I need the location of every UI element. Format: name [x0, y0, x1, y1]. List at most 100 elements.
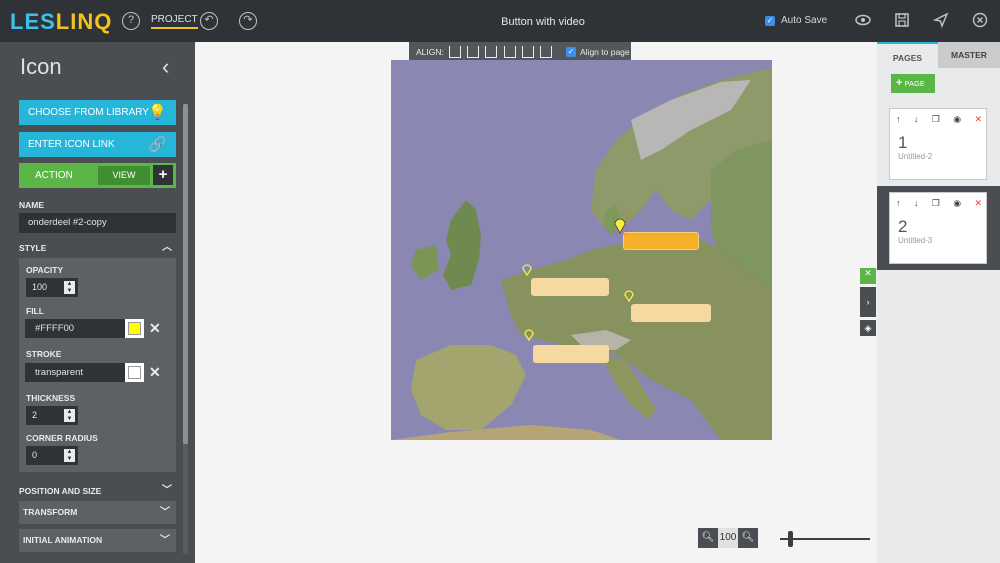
link-icon: 🔗 — [148, 136, 167, 153]
map-pin-icon[interactable] — [522, 263, 532, 276]
publish-send-icon[interactable] — [932, 12, 950, 30]
move-down-icon[interactable]: ↓ — [914, 114, 919, 125]
map-landmass — [391, 70, 772, 440]
stroke-color-input[interactable]: transparent — [25, 363, 125, 382]
action-row: ACTION VIEW + — [19, 163, 176, 188]
style-section-header[interactable]: STYLE ︿ — [19, 239, 176, 257]
transform-section-header[interactable]: TRANSFORM ﹀ — [19, 501, 176, 524]
align-right-icon[interactable] — [485, 46, 497, 58]
page-thumbnail[interactable]: ↑ ↓ ❐ ◉ ✕ 1 Untitled-2 — [889, 108, 987, 180]
page-name: Untitled-3 — [898, 236, 933, 245]
name-label: NAME — [19, 200, 45, 210]
pages-list: + PAGE ↑ ↓ ❐ ◉ ✕ 1 Untitled-2 ↑ ↓ ❐ ◉ ✕ … — [877, 68, 1000, 563]
align-left-icon[interactable] — [449, 46, 461, 58]
tab-pages[interactable]: PAGES — [877, 42, 938, 68]
corner-radius-stepper-icon[interactable]: ▲ ▼ — [64, 449, 75, 462]
name-input[interactable]: onderdeel #2-copy — [19, 213, 176, 233]
page-thumbnail-selected[interactable]: ↑ ↓ ❐ ◉ ✕ 2 Untitled-3 — [889, 192, 987, 264]
style-section-label: STYLE — [19, 243, 47, 253]
corner-radius-input[interactable]: 0 ▲ ▼ — [26, 446, 78, 465]
align-middle-icon[interactable] — [522, 46, 534, 58]
map-callout-selected[interactable] — [623, 232, 699, 250]
action-label: ACTION — [35, 170, 73, 181]
zoom-out-button[interactable]: 🔍︎− — [698, 528, 718, 548]
move-down-icon[interactable]: ↓ — [914, 198, 919, 209]
map-pin-icon[interactable] — [624, 289, 634, 302]
clear-stroke-icon[interactable]: ✕ — [149, 364, 161, 381]
move-up-icon[interactable]: ↑ — [896, 198, 901, 209]
page-number: 1 — [898, 133, 908, 152]
opacity-stepper-icon[interactable]: ▲ ▼ — [64, 281, 75, 294]
align-top-icon[interactable] — [504, 46, 516, 58]
chevron-down-icon: ﹀ — [162, 485, 172, 496]
thickness-label: THICKNESS — [26, 393, 76, 403]
page-name: Untitled-2 — [898, 152, 933, 161]
tab-master[interactable]: MASTER — [938, 42, 1000, 68]
align-to-page-checkbox[interactable]: ✓ — [566, 47, 576, 57]
panel-scrollbar-thumb[interactable] — [183, 104, 188, 444]
expand-panel-chevron-icon[interactable]: › — [860, 287, 876, 317]
enter-icon-link-button[interactable]: ENTER ICON LINK 🔗 — [19, 132, 176, 157]
opacity-input[interactable]: 100 ▲ ▼ — [26, 278, 78, 297]
action-view-select[interactable]: VIEW — [98, 166, 150, 185]
enter-icon-link-label: ENTER ICON LINK — [28, 139, 115, 150]
align-to-page-toggle[interactable]: ✓ Align to page — [566, 47, 630, 57]
panel-title: Icon — [20, 54, 62, 79]
page-actions: ↑ ↓ ❐ ◉ ✕ — [896, 114, 982, 125]
move-up-icon[interactable]: ↑ — [896, 114, 901, 125]
autosave-label: Auto Save — [781, 15, 828, 26]
tools-icon[interactable]: ✕ — [860, 268, 876, 284]
visibility-eye-icon[interactable]: ◉ — [953, 198, 961, 209]
chevron-down-icon: ﹀ — [160, 507, 170, 518]
align-bottom-icon[interactable] — [540, 46, 552, 58]
clear-fill-icon[interactable]: ✕ — [149, 320, 161, 337]
add-page-label: PAGE — [904, 79, 925, 88]
choose-from-library-button[interactable]: CHOOSE FROM LIBRARY 💡 — [19, 100, 176, 125]
properties-panel: Icon ‹ CHOOSE FROM LIBRARY 💡 ENTER ICON … — [0, 42, 195, 563]
thickness-stepper-icon[interactable]: ▲ ▼ — [64, 409, 75, 422]
plus-icon: + — [896, 77, 903, 89]
stroke-color-swatch[interactable] — [125, 363, 144, 382]
map-callout[interactable] — [533, 345, 609, 363]
opacity-value: 100 — [32, 282, 48, 292]
autosave-toggle[interactable]: ✓ Auto Save — [765, 15, 827, 26]
visibility-eye-icon[interactable]: ◉ — [953, 114, 961, 125]
map-callout[interactable] — [631, 304, 711, 322]
autosave-checkbox[interactable]: ✓ — [765, 15, 775, 26]
add-page-button[interactable]: + PAGE — [891, 74, 935, 93]
add-action-button[interactable]: + — [153, 165, 173, 185]
align-toolbar: ALIGN: ✓ Align to page — [409, 42, 631, 62]
fill-label: FILL — [26, 306, 44, 316]
map-callout[interactable] — [531, 278, 609, 296]
chevron-up-icon: ︿ — [162, 242, 172, 253]
delete-icon[interactable]: ✕ — [974, 198, 982, 209]
preview-eye-icon[interactable] — [854, 12, 872, 30]
map-pin-icon-selected[interactable] — [613, 215, 627, 235]
duplicate-icon[interactable]: ❐ — [932, 114, 940, 125]
save-icon[interactable] — [893, 12, 911, 30]
zoom-controls: 🔍︎− 100 🔍︎+ — [698, 528, 758, 548]
corner-radius-label: CORNER RADIUS — [26, 433, 98, 443]
choose-from-library-label: CHOOSE FROM LIBRARY — [28, 107, 149, 118]
zoom-slider-handle[interactable] — [788, 531, 793, 547]
thickness-input[interactable]: 2 ▲ ▼ — [26, 406, 78, 425]
stroke-label: STROKE — [26, 349, 62, 359]
zoom-in-button[interactable]: 🔍︎+ — [738, 528, 758, 548]
align-label: ALIGN: — [416, 47, 444, 57]
map-pin-icon[interactable] — [524, 328, 534, 341]
position-size-label: POSITION AND SIZE — [19, 486, 102, 496]
back-chevron-icon[interactable]: ‹ — [162, 54, 169, 80]
fill-color-swatch[interactable] — [125, 319, 144, 338]
initial-animation-section-header[interactable]: INITIAL ANIMATION ﹀ — [19, 529, 176, 552]
pages-panel: PAGES MASTER + PAGE ↑ ↓ ❐ ◉ ✕ 1 Untitled… — [877, 42, 1000, 563]
delete-icon[interactable]: ✕ — [974, 114, 982, 125]
close-icon[interactable] — [971, 12, 989, 30]
position-size-section-header[interactable]: POSITION AND SIZE ﹀ — [19, 482, 176, 500]
layers-icon[interactable]: ◈ — [860, 320, 876, 336]
europe-map-image[interactable] — [391, 60, 772, 440]
zoom-slider-track[interactable] — [780, 538, 870, 540]
transform-label: TRANSFORM — [23, 507, 78, 517]
fill-color-input[interactable]: #FFFF00 — [25, 319, 125, 338]
duplicate-icon[interactable]: ❐ — [932, 198, 940, 209]
align-center-horizontal-icon[interactable] — [467, 46, 479, 58]
